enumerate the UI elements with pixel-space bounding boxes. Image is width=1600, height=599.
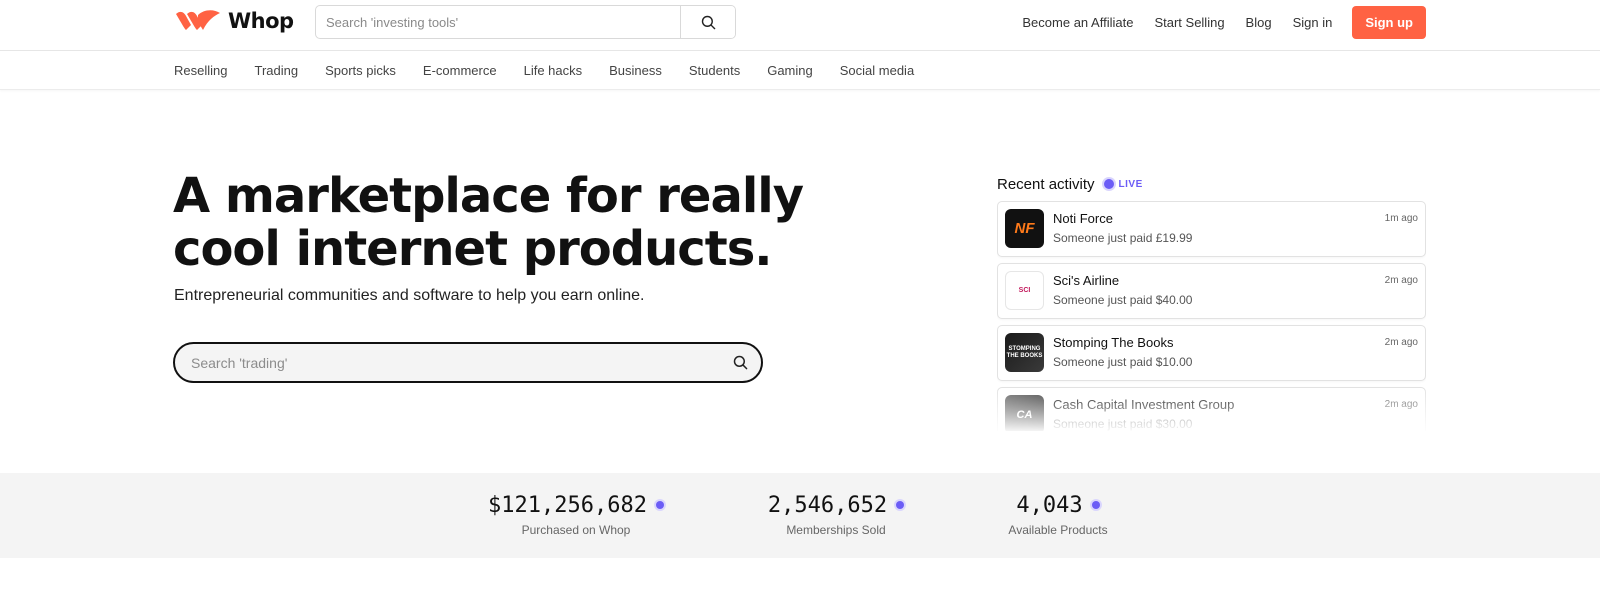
category-sports-picks[interactable]: Sports picks — [325, 63, 396, 78]
payment-text: Someone just paid $40.00 — [1053, 293, 1193, 307]
activity-card[interactable]: NF Noti Force Someone just paid £19.99 1… — [997, 201, 1426, 257]
stat-purchased: $121,256,682 Purchased on Whop — [476, 491, 676, 537]
sign-up-button[interactable]: Sign up — [1352, 5, 1426, 39]
stat-value: 2,546,652 — [767, 492, 888, 518]
product-name: Sci's Airline — [1053, 273, 1120, 288]
whop-logo-icon — [176, 10, 220, 30]
hero-title: A marketplace for really cool internet p… — [173, 168, 804, 277]
timestamp: 2m ago — [1384, 399, 1418, 410]
product-name: Stomping The Books — [1053, 335, 1174, 350]
category-list: Reselling Trading Sports picks E-commerc… — [174, 51, 941, 90]
stat-value: $121,256,682 — [488, 492, 647, 518]
stat-label: Available Products — [1008, 523, 1108, 537]
category-trading[interactable]: Trading — [254, 63, 298, 78]
live-dot-icon — [1091, 501, 1100, 509]
nav-become-affiliate[interactable]: Become an Affiliate — [1022, 15, 1133, 30]
thumbnail-text: SCI — [1018, 287, 1031, 294]
hero-search-button[interactable] — [719, 344, 761, 381]
activity-card[interactable]: SCI Sci's Airline Someone just paid $40.… — [997, 263, 1426, 319]
search-icon — [733, 355, 747, 370]
timestamp: 2m ago — [1384, 337, 1418, 348]
stat-value-row: 4,043 — [978, 491, 1138, 519]
header-search-button[interactable] — [680, 6, 735, 38]
nav-sign-in[interactable]: Sign in — [1293, 15, 1333, 30]
category-social-media[interactable]: Social media — [840, 63, 914, 78]
product-thumbnail: STOMPING THE BOOKS — [1005, 333, 1044, 372]
nav-blog[interactable]: Blog — [1246, 15, 1272, 30]
payment-text: Someone just paid £19.99 — [1053, 231, 1193, 245]
stat-label: Memberships Sold — [786, 523, 886, 537]
stat-label: Purchased on Whop — [521, 523, 631, 537]
category-business[interactable]: Business — [609, 63, 662, 78]
live-dot-icon — [896, 501, 905, 509]
hero-search-input[interactable] — [175, 354, 719, 371]
category-life-hacks[interactable]: Life hacks — [524, 63, 583, 78]
search-icon — [701, 15, 715, 29]
recent-activity-title: Recent activity — [997, 175, 1095, 193]
header-search-input[interactable] — [316, 6, 680, 38]
product-name: Cash Capital Investment Group — [1053, 397, 1235, 412]
category-students[interactable]: Students — [689, 63, 740, 78]
hero-subtitle: Entrepreneurial communities and software… — [174, 287, 645, 304]
stat-products: 4,043 Available Products — [978, 491, 1138, 538]
site-header: Whop Become an Affiliate Start Selling B… — [0, 0, 1600, 51]
hero-search — [173, 342, 763, 383]
nav-start-selling[interactable]: Start Selling — [1154, 15, 1224, 30]
activity-list: NF Noti Force Someone just paid £19.99 1… — [997, 201, 1426, 431]
category-gaming[interactable]: Gaming — [767, 63, 813, 78]
product-name: Noti Force — [1053, 211, 1113, 226]
live-badge: LIVE — [1118, 178, 1143, 190]
product-thumbnail: CA — [1005, 395, 1044, 431]
stat-memberships: 2,546,652 Memberships Sold — [746, 491, 926, 537]
stat-value: 4,043 — [1016, 492, 1083, 518]
stat-value-row: 2,546,652 — [746, 491, 926, 519]
category-e-commerce[interactable]: E-commerce — [423, 63, 497, 78]
timestamp: 2m ago — [1384, 275, 1418, 286]
product-thumbnail: NF — [1005, 209, 1044, 248]
thumbnail-text: STOMPING THE BOOKS — [1006, 345, 1043, 359]
recent-activity-header: Recent activity LIVE — [997, 174, 1426, 194]
stat-value-row: $121,256,682 — [476, 491, 676, 519]
live-dot-icon — [655, 501, 664, 509]
timestamp: 1m ago — [1384, 213, 1418, 224]
live-dot-icon — [1103, 179, 1114, 189]
header-nav: Become an Affiliate Start Selling Blog S… — [1001, 5, 1426, 39]
activity-card[interactable]: CA Cash Capital Investment Group Someone… — [997, 387, 1426, 431]
category-bar: Reselling Trading Sports picks E-commerc… — [0, 51, 1600, 90]
thumbnail-text: CA — [1016, 408, 1033, 421]
thumbnail-text: NF — [1014, 220, 1035, 237]
header-search — [315, 5, 736, 39]
product-thumbnail: SCI — [1005, 271, 1044, 310]
payment-text: Someone just paid $10.00 — [1053, 355, 1193, 369]
stats-bar: $121,256,682 Purchased on Whop 2,546,652… — [0, 473, 1600, 558]
activity-card[interactable]: STOMPING THE BOOKS Stomping The Books So… — [997, 325, 1426, 381]
category-reselling[interactable]: Reselling — [174, 63, 227, 78]
recent-activity: Recent activity LIVE NF Noti Force Someo… — [997, 174, 1426, 431]
logo-text: Whop — [228, 9, 294, 33]
payment-text: Someone just paid $30.00 — [1053, 417, 1193, 431]
logo-link[interactable]: Whop — [174, 8, 294, 34]
